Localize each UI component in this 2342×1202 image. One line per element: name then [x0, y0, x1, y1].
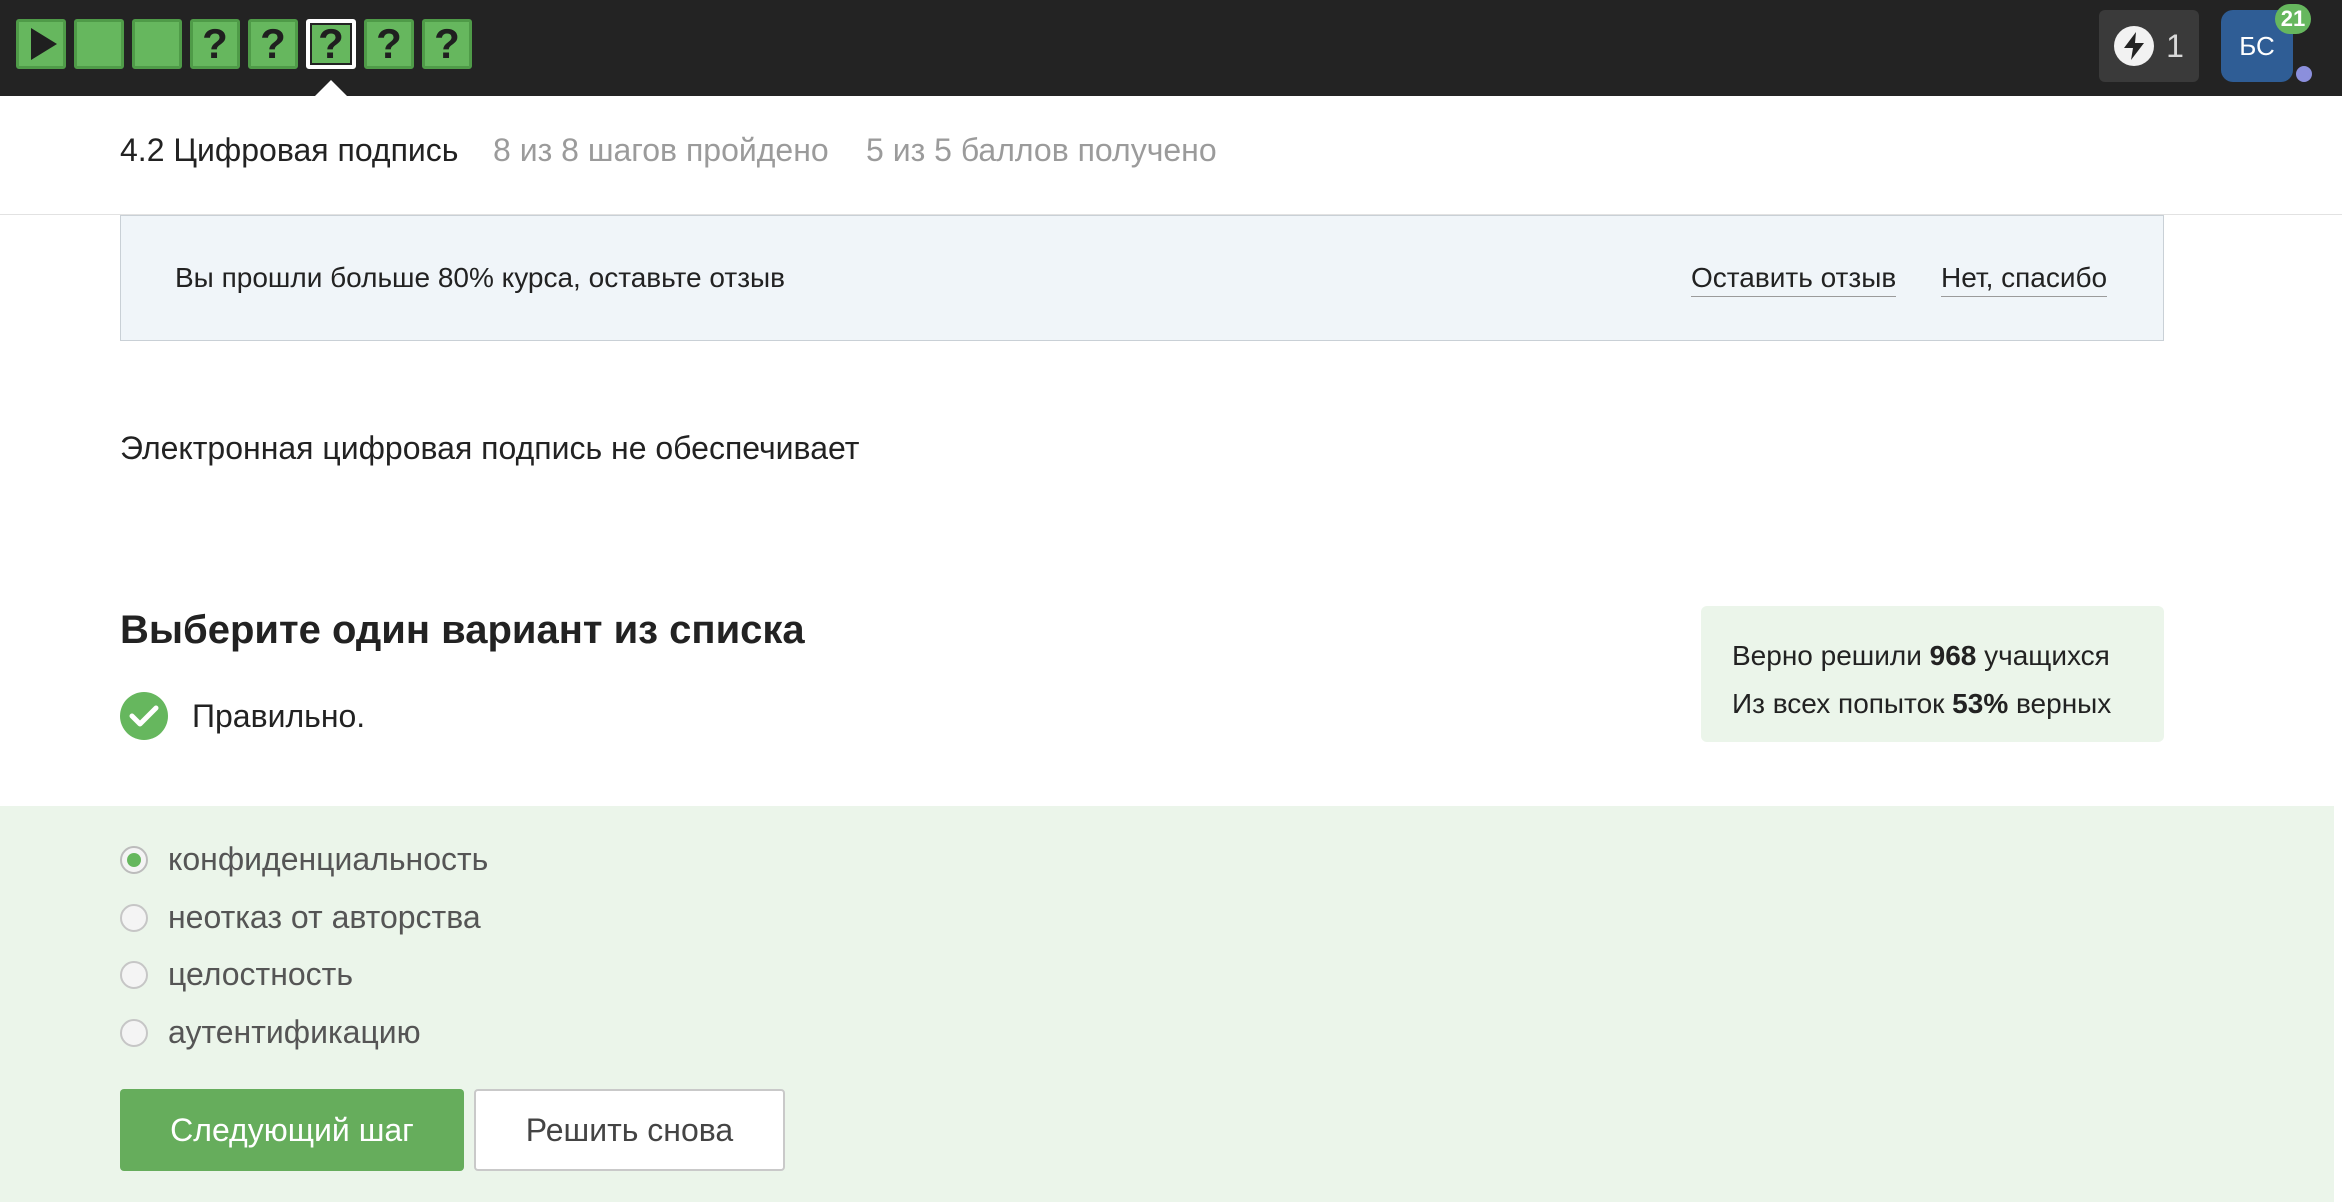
- radio-button[interactable]: [120, 903, 148, 932]
- review-banner: Вы прошли больше 80% курса, оставьте отз…: [120, 215, 2164, 341]
- option-2[interactable]: неотказ от авторства: [120, 899, 481, 936]
- review-banner-text: Вы прошли больше 80% курса, оставьте отз…: [175, 262, 786, 293]
- option-label: конфиденциальность: [168, 841, 489, 877]
- notification-badge: 21: [2275, 4, 2311, 34]
- no-thanks-link[interactable]: Нет, спасибо: [1941, 262, 2108, 297]
- question-text: Электронная цифровая подпись не обеспечи…: [120, 430, 860, 466]
- task-heading: Выберите один вариант из списка: [120, 608, 805, 652]
- option-1[interactable]: конфиденциальность: [120, 841, 488, 878]
- stats-attempts-percent: 53%: [1952, 688, 2009, 719]
- lesson-header: 4.2 Цифровая подпись 8 из 8 шагов пройде…: [0, 96, 2342, 215]
- step-4-quiz[interactable]: ?: [190, 19, 240, 69]
- avatar-initials: БС: [2239, 30, 2275, 61]
- lesson-points: 5 из 5 баллов получено: [866, 132, 1217, 168]
- stats-solved-suffix: учащихся: [1976, 640, 2110, 671]
- radio-button[interactable]: [120, 960, 148, 989]
- option-4[interactable]: аутентификацию: [120, 1014, 421, 1051]
- solve-again-button[interactable]: Решить снова: [474, 1089, 785, 1171]
- checkmark-icon: [120, 692, 168, 740]
- step-3-text[interactable]: [132, 19, 182, 69]
- question-icon: ?: [260, 20, 286, 67]
- top-navigation-bar: ? ? ? ? ? 1 БС 21: [0, 0, 2342, 96]
- radio-button-selected[interactable]: [120, 845, 148, 874]
- stats-attempts: Из всех попыток 53% верных: [1732, 680, 2164, 728]
- step-6-quiz-current[interactable]: ?: [306, 19, 356, 69]
- step-8-quiz[interactable]: ?: [422, 19, 472, 69]
- option-label: неотказ от авторства: [168, 899, 481, 935]
- option-label: аутентификацию: [168, 1014, 421, 1050]
- step-5-quiz[interactable]: ?: [248, 19, 298, 69]
- question-icon: ?: [376, 20, 402, 67]
- lesson-title: 4.2 Цифровая подпись: [120, 132, 459, 168]
- question-icon: ?: [202, 20, 228, 67]
- stats-panel: Верно решили 968 учащихся Из всех попыто…: [1701, 606, 2164, 742]
- option-label: целостность: [168, 956, 353, 992]
- question-icon: ?: [434, 20, 460, 67]
- energy-button[interactable]: 1: [2099, 10, 2199, 82]
- play-icon: [31, 28, 57, 60]
- step-1-video[interactable]: [16, 19, 66, 69]
- stats-attempts-prefix: Из всех попыток: [1732, 688, 1953, 719]
- lightning-icon: [2114, 26, 2155, 66]
- result-text: Правильно.: [192, 697, 366, 734]
- step-7-quiz[interactable]: ?: [364, 19, 414, 69]
- option-3[interactable]: целостность: [120, 956, 353, 993]
- lesson-progress: 8 из 8 шагов пройдено: [493, 132, 829, 168]
- question-icon: ?: [318, 20, 344, 67]
- stats-attempts-suffix: верных: [2008, 688, 2112, 719]
- stats-solved-count: 968: [1929, 640, 1977, 671]
- stats-solved-prefix: Верно решили: [1732, 640, 1930, 671]
- stats-solved: Верно решили 968 учащихся: [1732, 632, 2164, 680]
- result-status: Правильно.: [120, 692, 365, 740]
- step-navigation: ? ? ? ? ?: [16, 19, 480, 69]
- next-step-button[interactable]: Следующий шаг: [120, 1089, 464, 1171]
- status-dot: [2296, 66, 2312, 82]
- radio-button[interactable]: [120, 1018, 148, 1047]
- energy-count: 1: [2166, 27, 2184, 64]
- leave-review-link[interactable]: Оставить отзыв: [1691, 262, 1897, 297]
- step-2-text[interactable]: [74, 19, 124, 69]
